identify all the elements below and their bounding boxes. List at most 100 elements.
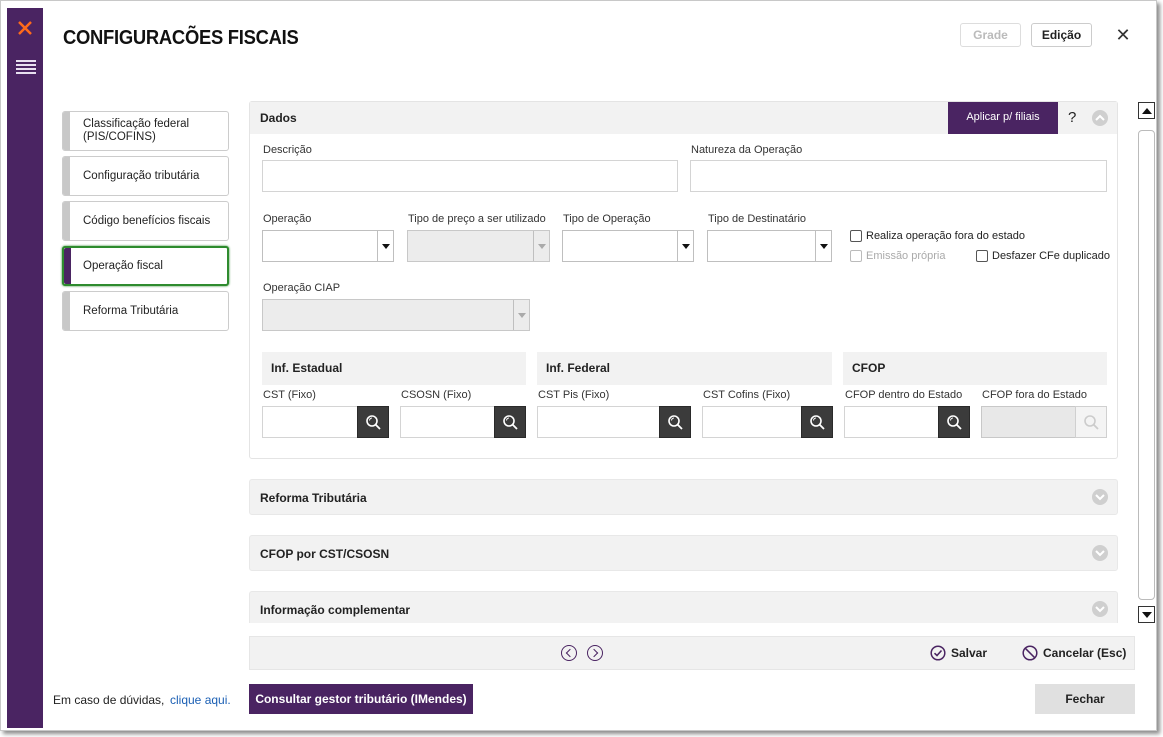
- save-label: Salvar: [951, 646, 988, 660]
- sidebar-item-label: Configuração tributária: [83, 169, 200, 182]
- chevron-down-icon[interactable]: [1092, 601, 1108, 617]
- search-icon[interactable]: [357, 406, 389, 438]
- csosn-label: CSOSN (Fixo): [401, 389, 472, 401]
- sidebar-item-label: Reforma Tributária: [83, 304, 179, 317]
- cst-input[interactable]: [262, 406, 358, 438]
- cancel-button[interactable]: Cancelar (Esc): [1022, 645, 1126, 661]
- cfop-dentro-label: CFOP dentro do Estado: [845, 389, 963, 401]
- cancel-label: Cancelar (Esc): [1043, 646, 1127, 660]
- emissao-propria-checkbox: Emissão própria: [850, 250, 945, 262]
- tipo-operacao-select[interactable]: [562, 230, 694, 262]
- help-link[interactable]: clique aqui.: [170, 693, 231, 707]
- chevron-down-icon: [513, 300, 529, 330]
- cst-cofins-label: CST Cofins (Fixo): [703, 389, 791, 401]
- scroll-thumb[interactable]: [1138, 130, 1155, 600]
- sidebar-item-codigo-beneficios[interactable]: Código benefícios fiscais: [62, 201, 229, 241]
- help-icon[interactable]: ?: [1068, 109, 1076, 126]
- cfop-fora-input: [981, 406, 1076, 438]
- operacao-ciap-select: [262, 299, 530, 331]
- main-content: Dados Aplicar p/ filiais ? Descrição Nat…: [249, 101, 1118, 623]
- footer-action-bar: Salvar Cancelar (Esc): [249, 636, 1135, 670]
- csosn-input[interactable]: [400, 406, 495, 438]
- check-circle-icon: [930, 645, 946, 661]
- next-record-icon[interactable]: [587, 645, 603, 661]
- checkbox-box[interactable]: [976, 250, 988, 262]
- search-icon[interactable]: [938, 406, 970, 438]
- dados-section: Dados Aplicar p/ filiais ? Descrição Nat…: [249, 101, 1118, 459]
- close-button[interactable]: Fechar: [1035, 684, 1135, 714]
- scroll-up-button[interactable]: [1138, 102, 1155, 119]
- inf-federal-header: Inf. Federal: [537, 352, 832, 385]
- cst-cofins-input[interactable]: [702, 406, 802, 438]
- close-icon[interactable]: ✕: [1113, 25, 1133, 45]
- chevron-down-icon[interactable]: [815, 231, 831, 261]
- natureza-input[interactable]: [690, 160, 1107, 192]
- search-icon[interactable]: [801, 406, 833, 438]
- sidebar-item-label: Operação fiscal: [83, 259, 163, 272]
- hamburger-menu-icon[interactable]: [16, 60, 36, 76]
- cfop-por-cst-section[interactable]: CFOP por CST/CSOSN: [249, 535, 1118, 571]
- descricao-label: Descrição: [263, 144, 312, 156]
- descricao-input[interactable]: [262, 160, 678, 192]
- natureza-label: Natureza da Operação: [691, 144, 803, 156]
- sidebar-item-configuracao-tributaria[interactable]: Configuração tributária: [62, 156, 229, 196]
- checkbox-label: Desfazer CFe duplicado: [992, 250, 1111, 262]
- sidebar-item-reforma-tributaria[interactable]: Reforma Tributária: [62, 291, 229, 331]
- realiza-fora-checkbox[interactable]: Realiza operação fora do estado: [850, 230, 1025, 242]
- checkbox-label: Emissão própria: [866, 250, 946, 262]
- chevron-up-icon[interactable]: [1092, 110, 1108, 126]
- cst-label: CST (Fixo): [263, 389, 316, 401]
- reforma-tributaria-section[interactable]: Reforma Tributária: [249, 479, 1118, 515]
- apply-branches-button[interactable]: Aplicar p/ filiais: [948, 102, 1058, 134]
- page-title: CONFIGURACÕES FISCAIS: [63, 27, 299, 49]
- sidebar-item-operacao-fiscal[interactable]: Operação fiscal: [62, 246, 229, 286]
- chevron-down-icon[interactable]: [1092, 489, 1108, 505]
- tipo-preco-select: [407, 230, 550, 262]
- app-window: CONFIGURACÕES FISCAIS Grade Edição ✕ Cla…: [0, 0, 1157, 731]
- chevron-down-icon: [533, 231, 549, 261]
- save-button[interactable]: Salvar: [930, 645, 987, 661]
- sidebar-item-label: Código benefícios fiscais: [83, 214, 211, 227]
- checkbox-box: [850, 250, 862, 262]
- informacao-complementar-section[interactable]: Informação complementar: [249, 591, 1118, 623]
- search-icon: [1075, 406, 1107, 438]
- chevron-down-icon[interactable]: [1092, 545, 1108, 561]
- checkbox-box[interactable]: [850, 230, 862, 242]
- chevron-down-icon[interactable]: [377, 231, 393, 261]
- desfazer-cfe-checkbox[interactable]: Desfazer CFe duplicado: [976, 250, 1110, 262]
- operacao-select[interactable]: [262, 230, 394, 262]
- sidebar-item-classificacao-federal[interactable]: Classificação federal (PIS/COFINS): [62, 111, 229, 151]
- search-icon[interactable]: [494, 406, 526, 438]
- search-icon[interactable]: [659, 406, 691, 438]
- left-rail: [7, 8, 43, 728]
- inf-estadual-header: Inf. Estadual: [262, 352, 526, 385]
- cst-pis-input[interactable]: [537, 406, 660, 438]
- side-nav: Classificação federal (PIS/COFINS) Confi…: [62, 111, 229, 336]
- operacao-label: Operação: [263, 213, 312, 225]
- checkbox-label: Realiza operação fora do estado: [866, 230, 1025, 242]
- tipo-operacao-label: Tipo de Operação: [563, 213, 651, 225]
- tipo-destinatario-label: Tipo de Destinatário: [708, 213, 807, 225]
- previous-record-icon[interactable]: [561, 645, 577, 661]
- tipo-preco-label: Tipo de preço a ser utilizado: [408, 213, 546, 225]
- operacao-ciap-label: Operação CIAP: [263, 282, 341, 294]
- help-text: Em caso de dúvidas,: [53, 693, 165, 707]
- tipo-destinatario-select[interactable]: [707, 230, 832, 262]
- sidebar-item-label: Classificação federal (PIS/COFINS): [83, 118, 190, 143]
- section-title: Dados: [260, 111, 297, 125]
- dados-section-header[interactable]: Dados Aplicar p/ filiais ?: [250, 102, 1117, 134]
- cancel-icon: [1022, 645, 1038, 661]
- section-title: Informação complementar: [260, 603, 411, 617]
- imendes-button[interactable]: Consultar gestor tributário (IMendes): [249, 684, 473, 714]
- cfop-fora-label: CFOP fora do Estado: [982, 389, 1087, 401]
- vertical-scrollbar[interactable]: [1138, 102, 1155, 623]
- section-title: CFOP por CST/CSOSN: [260, 547, 390, 561]
- section-title: Reforma Tributária: [260, 491, 367, 505]
- grade-mode-button[interactable]: Grade: [960, 23, 1021, 47]
- edicao-mode-button[interactable]: Edição: [1031, 23, 1092, 47]
- cfop-dentro-input[interactable]: [844, 406, 939, 438]
- scroll-down-button[interactable]: [1138, 606, 1155, 623]
- chevron-down-icon[interactable]: [677, 231, 693, 261]
- cfop-header: CFOP: [843, 352, 1107, 385]
- app-logo-icon[interactable]: [18, 21, 32, 35]
